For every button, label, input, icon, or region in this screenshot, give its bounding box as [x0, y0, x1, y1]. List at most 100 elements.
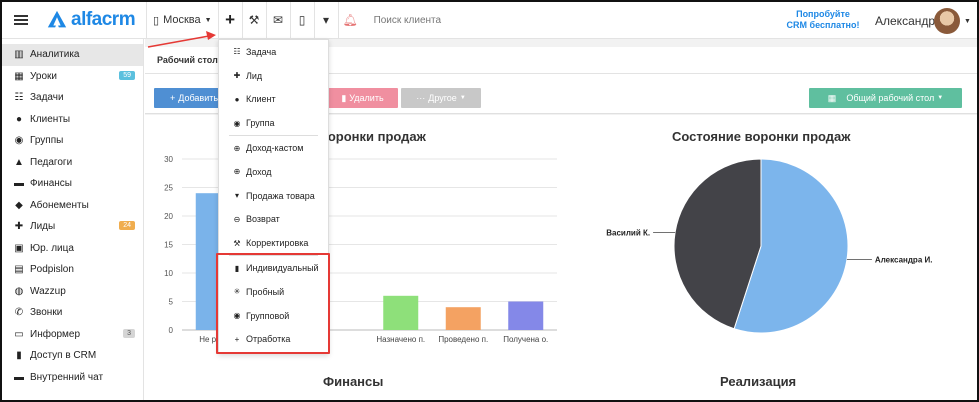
plus-icon: + [170, 93, 176, 103]
menu-item-label: Доход-кастом [246, 143, 304, 154]
try-free-link[interactable]: Попробуйте CRM бесплатно! [782, 9, 864, 31]
pie-slice[interactable] [733, 158, 849, 334]
pie-label: Александра И. [875, 256, 933, 265]
sidebar-item[interactable]: ▮ Доступ в CRM [2, 345, 143, 367]
y-tick-label: 15 [164, 241, 173, 250]
sidebar-item-label: Группы [30, 135, 64, 147]
user-name[interactable]: Александра [875, 14, 942, 28]
calendar-icon: ▦ [14, 70, 24, 82]
sidebar-item-label: Аналитика [30, 49, 80, 61]
menu-item[interactable]: ☷ Задача [219, 40, 328, 64]
tag-icon: ◆ [15, 199, 23, 211]
bell-icon[interactable]: 🔔︎ [337, 2, 362, 39]
menu-item-label: Доход [246, 166, 272, 177]
add-button[interactable]: + Добавить [154, 88, 224, 108]
bar[interactable] [508, 301, 544, 331]
mobile-icon[interactable]: ▯ [289, 2, 314, 39]
building-icon: ▣ [14, 242, 24, 254]
city-selector[interactable]: ▯ Москва ▼ [146, 2, 218, 39]
sidebar-item[interactable]: ▥ Аналитика [2, 44, 143, 66]
sidebar-item[interactable]: ▲ Педагоги [2, 152, 143, 174]
other-button[interactable]: ··· Другое ▼ [401, 88, 481, 108]
y-tick-label: 5 [169, 298, 174, 307]
sidebar-item-label: Педагоги [30, 156, 73, 168]
sidebar-item[interactable]: ✚ Лиды 24 [2, 216, 143, 238]
informer-icon: ▭ [14, 328, 24, 340]
bar[interactable] [445, 307, 481, 330]
menu-item[interactable]: ⊖ Возврат [219, 208, 328, 232]
sidebar-item[interactable]: ▭ Информер 3 [2, 324, 143, 346]
menu-item-label: Возврат [246, 214, 280, 225]
count-badge: 59 [119, 70, 135, 80]
common-desk-button[interactable]: ▦ Общий рабочий стол ▼ [809, 88, 962, 108]
income-icon: ⊕ [233, 167, 241, 177]
y-tick-label: 10 [164, 269, 173, 278]
y-tick-label: 0 [169, 326, 174, 335]
sidebar-item[interactable]: ▦ Уроки 59 [2, 66, 143, 88]
sidebar-item[interactable]: ▬ Внутренний чат [2, 367, 143, 389]
cart-icon: ▾ [234, 191, 239, 201]
menu-item[interactable]: ◉ Группа [219, 111, 328, 135]
grid-icon: ▦ [827, 92, 837, 103]
funnel-bar-chart: 051015202530Не ра... Назначено п. Проведен… [164, 155, 557, 344]
sidebar-item-label: Задачи [30, 92, 64, 104]
avatar[interactable] [934, 8, 960, 34]
cart-icon[interactable]: ▾ [313, 2, 338, 39]
chat-icon: ▬ [14, 371, 24, 383]
search-input[interactable]: Поиск клиента [374, 15, 442, 26]
task-icon: ☷ [233, 47, 241, 57]
sidebar-item[interactable]: ◉ Группы [2, 130, 143, 152]
sidebar-item[interactable]: ● Клиенты [2, 109, 143, 131]
menu-item[interactable]: ⊕ Доход [219, 160, 328, 184]
tab-work-desk[interactable]: Рабочий стол [157, 55, 218, 65]
lock-icon: ▮ [16, 350, 22, 362]
menu-item-label: Задача [246, 46, 277, 57]
realization-title: Реализация [720, 374, 797, 389]
city-label: Москва [163, 14, 201, 26]
alfacrm-logo-icon [47, 10, 67, 28]
menu-item[interactable]: ● Клиент [219, 88, 328, 112]
mail-icon[interactable]: ✉ [265, 2, 290, 39]
sidebar-item[interactable]: ✆ Звонки [2, 302, 143, 324]
sidebar-item-label: Клиенты [30, 113, 71, 125]
wrench-icon[interactable]: ⚒ [241, 2, 266, 39]
sidebar-item[interactable]: ◆ Абонементы [2, 195, 143, 217]
dots-icon: ··· [416, 93, 426, 103]
user-icon: ● [234, 94, 240, 104]
whatsapp-icon: ◍ [14, 285, 24, 297]
menu-item-label: Продажа товара [246, 190, 315, 201]
pie-label: Василий К. [606, 228, 650, 237]
add-plus-button[interactable]: + [217, 2, 242, 39]
sidebar-item[interactable]: ▤ Podpislon [2, 259, 143, 281]
sidebar-item[interactable]: ☷ Задачи [2, 87, 143, 109]
pie-slice[interactable] [673, 158, 762, 330]
menu-item[interactable]: ⊕ Доход-кастом [219, 136, 328, 160]
logo[interactable]: alfacrm [40, 2, 146, 39]
finance-title: Финансы [323, 374, 384, 389]
menu-item[interactable]: ⚒ Корректировка [219, 231, 328, 255]
lead-icon: ✚ [233, 71, 241, 81]
menu-item[interactable]: ▾ Продажа товара [219, 184, 328, 208]
chevron-down-icon[interactable]: ▼ [964, 18, 971, 25]
lead-icon: ✚ [14, 221, 24, 233]
sidebar-item-label: Лиды [30, 221, 56, 233]
x-tick-label: Назначено п. [376, 335, 425, 344]
bar[interactable] [383, 295, 419, 330]
menu-item-label: Группа [246, 118, 275, 129]
try-line-1: Попробуйте [796, 9, 850, 19]
sidebar-item[interactable]: ▣ Юр. лица [2, 238, 143, 260]
menu-toggle-icon[interactable] [2, 2, 40, 39]
delete-button[interactable]: ▮ Удалить [327, 88, 398, 108]
add-button-label: Добавить [178, 93, 219, 103]
sidebar-item-label: Информер [30, 328, 81, 340]
sidebar-item[interactable]: ◍ Wazzup [2, 281, 143, 303]
income-custom-icon: ⊕ [233, 143, 241, 153]
sidebar-item[interactable]: ▬ Финансы [2, 173, 143, 195]
count-badge: 24 [119, 221, 135, 230]
top-bar: alfacrm ▯ Москва ▼ + ⚒ ✉ ▯ ▾ 🔔︎ Поиск кл… [2, 2, 977, 39]
menu-item[interactable]: ✚ Лид [219, 64, 328, 88]
common-desk-label: Общий рабочий стол [846, 93, 935, 103]
chevron-down-icon: ▼ [459, 95, 466, 101]
sidebar-item-label: Абонементы [30, 199, 89, 211]
try-line-2: CRM бесплатно! [786, 20, 860, 30]
